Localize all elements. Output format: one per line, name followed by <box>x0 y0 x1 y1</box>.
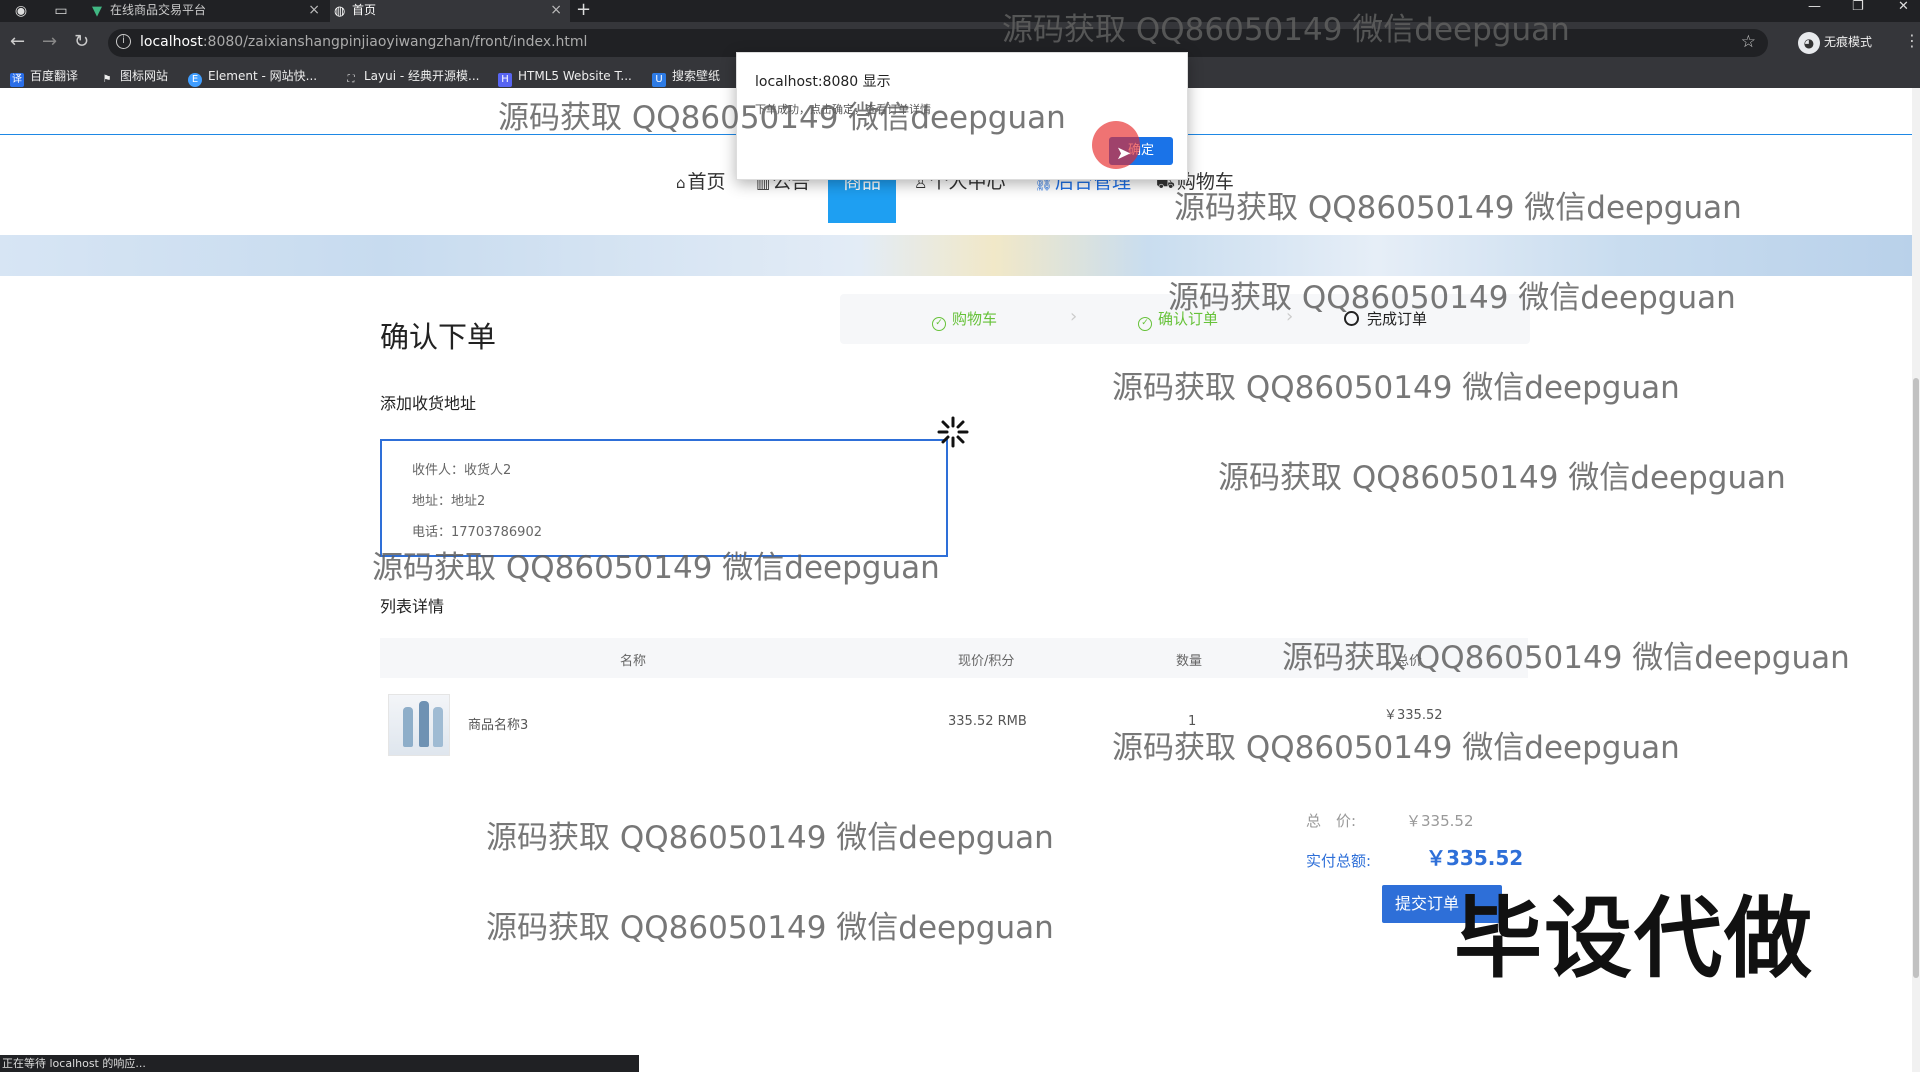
browser-status-bar: 正在等待 localhost 的响应... <box>0 1055 639 1072</box>
watermark: 源码获取 QQ86050149 微信deepguan <box>1218 460 1786 496</box>
close-window-icon[interactable]: ✕ <box>1898 0 1909 14</box>
phone: 电话：17703786902 <box>412 525 542 540</box>
menu-dots-icon[interactable]: ⋮ <box>1904 31 1920 50</box>
forward-icon[interactable]: → <box>42 31 57 53</box>
list-section-title: 列表详情 <box>380 597 445 616</box>
total-label: 总 价: <box>1306 812 1357 830</box>
check-circle-icon: ✓ <box>1138 317 1152 331</box>
product-total: ￥335.52 <box>1384 708 1443 723</box>
watermark: 源码获取 QQ86050149 微信deepguan <box>486 910 1054 946</box>
tab-title: 在线商品交易平台 <box>110 3 207 17</box>
chrome-logo-icon: ◉ <box>14 3 28 19</box>
tab-home[interactable]: ◍ 首页 × <box>330 0 570 22</box>
step-cart: ✓ 购物车 <box>932 308 997 331</box>
home-icon: ⌂ <box>676 174 686 192</box>
paid-label: 实付总额: <box>1306 852 1372 870</box>
incognito-indicator[interactable]: ◕ 无痕模式 <box>1798 31 1872 54</box>
tab-title: 首页 <box>352 3 377 17</box>
watermark: 源码获取 QQ86050149 微信deepguan <box>1112 370 1680 406</box>
new-tab-button[interactable]: + <box>576 0 591 20</box>
html5-icon: H <box>498 73 512 87</box>
incognito-icon: ◕ <box>1798 31 1820 54</box>
bookmark-baidu-translate[interactable]: 译百度翻译 <box>10 67 78 87</box>
reload-icon[interactable]: ↻ <box>74 31 89 53</box>
paid-value: ￥335.52 <box>1426 846 1524 870</box>
close-icon[interactable]: × <box>308 0 320 20</box>
window-icon[interactable]: ▭ <box>52 2 70 20</box>
url-text: localhost:8080/zaixianshangpinjiaoyiwang… <box>140 34 588 50</box>
page-scrollbar[interactable] <box>1912 88 1920 1072</box>
promo-stamp: 毕设代做 <box>1454 887 1815 990</box>
address-card[interactable]: 收件人：收货人2 地址：地址2 电话：17703786902 <box>380 439 948 557</box>
dialog-title: localhost:8080 显示 <box>755 74 891 90</box>
address-section-title: 添加收货地址 <box>380 394 477 413</box>
watermark: 源码获取 QQ86050149 微信deepguan <box>498 100 1066 136</box>
minimize-icon[interactable]: — <box>1808 0 1821 14</box>
vue-icon: ▼ <box>92 4 102 19</box>
header-qty: 数量 <box>1176 654 1203 669</box>
recipient: 收件人：收货人2 <box>412 463 512 478</box>
browser-tab-bar: ◉ ▭ ▼ 在线商品交易平台 × ◍ 首页 × + — ❐ ✕ <box>0 0 1920 22</box>
watermark: 源码获取 QQ86050149 微信deepguan <box>1112 730 1680 766</box>
bookmark-layui[interactable]: ⛶ Layui - 经典开源模... <box>344 67 480 87</box>
element-icon: E <box>188 73 202 87</box>
mouse-cursor-icon: ➤ <box>1116 143 1132 164</box>
bookmark-icon-site[interactable]: ⚑ 图标网站 <box>100 67 169 87</box>
total-value: ￥335.52 <box>1406 812 1474 830</box>
translate-icon: 译 <box>10 73 24 87</box>
watermark: 源码获取 QQ86050149 微信deepguan <box>486 820 1054 856</box>
back-icon[interactable]: ← <box>10 31 25 53</box>
loading-spinner-icon <box>937 416 969 448</box>
scrollbar-thumb[interactable] <box>1913 378 1919 978</box>
bookmark-star-icon[interactable]: ☆ <box>1741 32 1756 52</box>
watermark: 源码获取 QQ86050149 微信deepguan <box>1168 280 1736 316</box>
tab-trading-platform[interactable]: ▼ 在线商品交易平台 × <box>88 0 328 22</box>
bookmark-element[interactable]: E Element - 网站快... <box>188 67 317 87</box>
globe-icon: ◍ <box>334 4 346 19</box>
address-line: 地址：地址2 <box>412 494 486 509</box>
watermark: 源码获取 QQ86050149 微信deepguan <box>1282 640 1850 676</box>
bookmark-html5[interactable]: H HTML5 Website T... <box>498 67 632 87</box>
header-name: 名称 <box>620 654 647 669</box>
check-circle-icon: ✓ <box>932 317 946 331</box>
nav-home[interactable]: ⌂ 首页 <box>676 167 726 194</box>
watermark: 源码获取 QQ86050149 微信deepguan <box>1002 12 1570 48</box>
product-thumbnail <box>388 694 450 756</box>
header-price: 现价/积分 <box>958 654 1015 669</box>
layui-icon: ⛶ <box>347 74 355 85</box>
banner-image <box>0 235 1912 276</box>
wallpaper-icon: U <box>652 73 666 87</box>
close-icon[interactable]: × <box>550 0 562 20</box>
watermark: 源码获取 QQ86050149 微信deepguan <box>1174 190 1742 226</box>
page-title: 确认下单 <box>380 320 497 354</box>
bookmark-wallpaper[interactable]: U 搜索壁纸 <box>652 67 720 87</box>
info-icon[interactable]: i <box>116 34 131 49</box>
chevron-right-icon: › <box>1070 306 1078 327</box>
flag-icon: ⚑ <box>102 74 112 85</box>
product-price: 335.52 RMB <box>948 714 1027 729</box>
product-name: 商品名称3 <box>468 718 529 733</box>
watermark: 源码获取 QQ86050149 微信deepguan <box>372 550 940 586</box>
restore-icon[interactable]: ❐ <box>1852 0 1864 14</box>
